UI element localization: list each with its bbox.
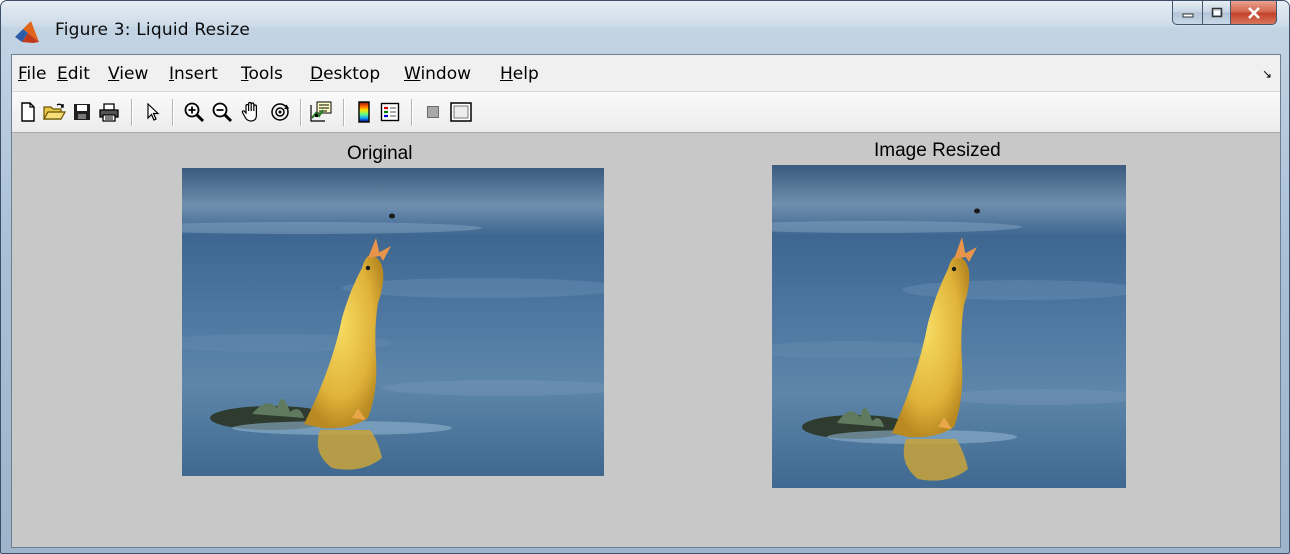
minimize-icon: [1182, 13, 1193, 17]
zoom-out-button[interactable]: [210, 100, 234, 124]
minimize-button[interactable]: [1172, 1, 1203, 25]
axes-title-original: Original: [347, 143, 413, 164]
save-button[interactable]: [70, 100, 94, 124]
open-file-button[interactable]: [42, 100, 66, 124]
duckling-photo-resized[interactable]: [772, 165, 1126, 488]
show-plot-tools-button[interactable]: [449, 100, 473, 124]
zoom-in-icon: [184, 102, 205, 123]
menu-file[interactable]: File: [18, 64, 46, 84]
edit-plot-icon: [147, 102, 160, 121]
insert-legend-button[interactable]: [378, 100, 402, 124]
show-plot-tools-icon: [450, 102, 472, 122]
rotate-3d-button[interactable]: [268, 100, 292, 124]
axes-title-resized: Image Resized: [874, 140, 1001, 161]
pan-button[interactable]: [239, 100, 263, 124]
data-cursor-button[interactable]: [309, 100, 333, 124]
print-icon: [99, 103, 119, 122]
title-bar[interactable]: Figure 3: Liquid Resize: [1, 1, 1289, 53]
duckling-photo[interactable]: [182, 168, 604, 476]
pan-icon: [241, 101, 257, 122]
menu-bar: File Edit View Insert Tools Desktop Wind…: [12, 55, 1280, 92]
close-icon: [1247, 6, 1260, 19]
window-client: File Edit View Insert Tools Desktop Wind…: [11, 54, 1281, 548]
zoom-out-icon: [212, 102, 233, 123]
maximize-icon: [1211, 7, 1222, 18]
menu-desktop[interactable]: Desktop: [310, 64, 380, 84]
new-figure-button[interactable]: [16, 100, 40, 124]
rotate-3d-icon: [271, 103, 290, 121]
close-button[interactable]: [1231, 1, 1277, 25]
open-file-icon: [42, 103, 66, 120]
dock-arrow-icon[interactable]: ↘: [1262, 67, 1272, 81]
print-button[interactable]: [97, 100, 121, 124]
menu-insert[interactable]: Insert: [169, 64, 218, 84]
figure-canvas[interactable]: Original Image Resized: [12, 133, 1280, 547]
hide-plot-tools-icon: [427, 106, 439, 118]
menu-tools[interactable]: Tools: [241, 64, 283, 84]
duckling-image-resized: [772, 165, 1126, 488]
menu-help[interactable]: Help: [500, 64, 539, 84]
new-figure-icon: [21, 102, 35, 122]
zoom-in-button[interactable]: [182, 100, 206, 124]
data-cursor-icon: [310, 101, 332, 122]
insert-colorbar-button[interactable]: [352, 100, 376, 124]
menu-edit[interactable]: Edit: [57, 64, 90, 84]
figure-toolbar: [12, 92, 1280, 133]
save-icon: [74, 104, 90, 120]
edit-plot-button[interactable]: [141, 100, 165, 124]
menu-view[interactable]: View: [108, 64, 148, 84]
figure-window: Figure 3: Liquid Resize File Edit View I…: [0, 0, 1290, 554]
window-title: Figure 3: Liquid Resize: [55, 20, 251, 40]
matlab-icon: [15, 21, 39, 43]
hide-plot-tools-button[interactable]: [421, 100, 445, 124]
maximize-button[interactable]: [1203, 1, 1231, 25]
insert-colorbar-icon: [358, 101, 370, 123]
menu-window[interactable]: Window: [404, 64, 471, 84]
duckling-image: [182, 168, 604, 476]
insert-legend-icon: [380, 102, 400, 122]
